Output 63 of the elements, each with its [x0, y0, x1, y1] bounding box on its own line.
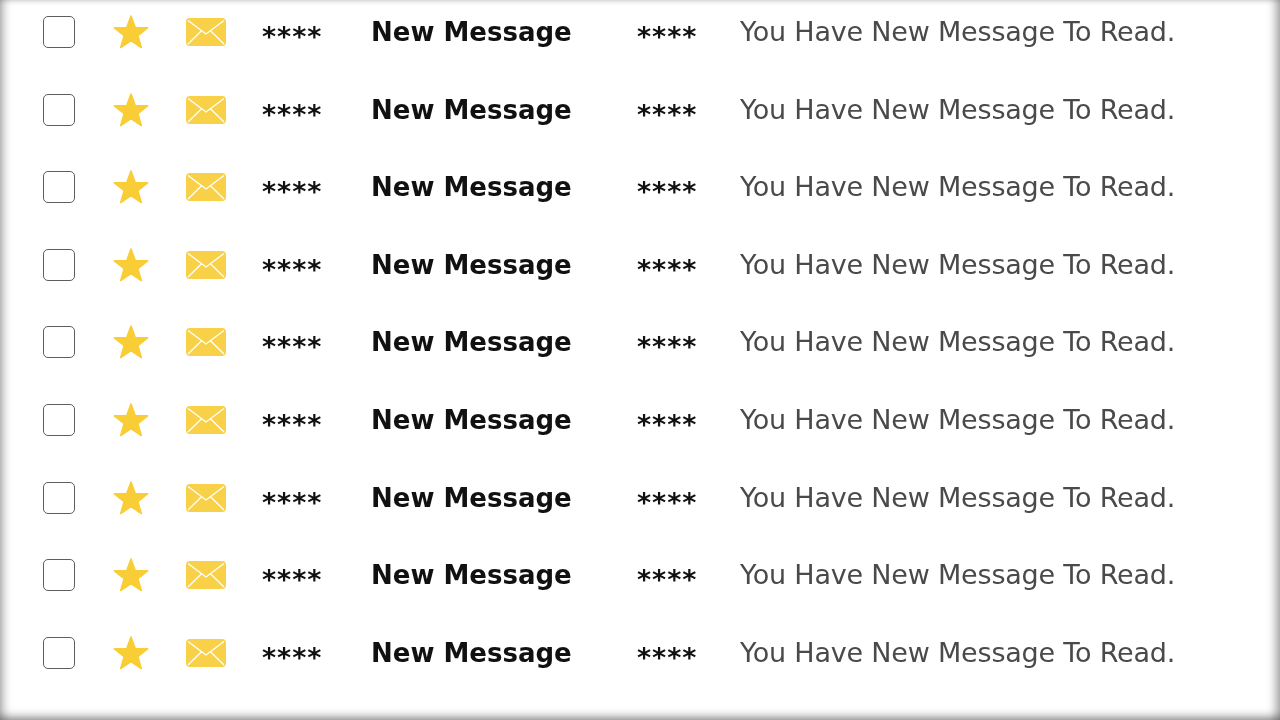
message-subject: New Message: [371, 559, 572, 593]
masked-text: ****: [637, 252, 698, 285]
star-icon[interactable]: [113, 92, 149, 127]
message-subject: New Message: [371, 481, 572, 515]
star-icon[interactable]: [113, 635, 149, 670]
message-subject: New Message: [371, 248, 572, 282]
masked-text: ****: [637, 97, 698, 130]
envelope-icon: [186, 405, 226, 434]
star-icon[interactable]: [113, 325, 149, 360]
masked-text: ****: [637, 20, 698, 52]
masked-text: ****: [262, 330, 323, 363]
message-preview: You Have New Message To Read.: [740, 402, 1176, 437]
message-preview: You Have New Message To Read.: [740, 480, 1176, 515]
checkbox[interactable]: [43, 171, 75, 204]
message-preview: You Have New Message To Read.: [740, 15, 1176, 49]
envelope-icon: [186, 638, 226, 667]
checkbox[interactable]: [43, 481, 75, 514]
masked-text: ****: [262, 407, 323, 440]
checkbox[interactable]: [43, 559, 75, 592]
star-icon[interactable]: [113, 247, 149, 282]
envelope-icon: [186, 173, 226, 202]
message-subject: New Message: [371, 171, 572, 205]
checkbox[interactable]: [43, 93, 75, 126]
masked-text: ****: [637, 175, 698, 208]
message-preview: You Have New Message To Read.: [740, 170, 1176, 205]
message-subject: New Message: [371, 326, 572, 360]
star-icon[interactable]: [113, 15, 149, 49]
masked-text: ****: [637, 485, 698, 518]
checkbox[interactable]: [43, 248, 75, 281]
masked-text: ****: [262, 20, 323, 52]
masked-text: ****: [637, 563, 698, 596]
message-preview: You Have New Message To Read.: [740, 247, 1176, 282]
message-preview: You Have New Message To Read.: [740, 325, 1176, 360]
masked-text: ****: [262, 563, 323, 596]
masked-text: ****: [637, 640, 698, 673]
message-preview: You Have New Message To Read.: [740, 635, 1176, 670]
message-preview: You Have New Message To Read.: [740, 558, 1176, 593]
masked-text: ****: [637, 407, 698, 440]
envelope-icon: [186, 18, 226, 46]
envelope-icon: [186, 250, 226, 279]
checkbox[interactable]: [43, 326, 75, 359]
envelope-icon: [186, 95, 226, 124]
masked-text: ****: [262, 97, 323, 130]
masked-text: ****: [262, 485, 323, 518]
envelope-icon: [186, 483, 226, 512]
masked-text: ****: [262, 640, 323, 673]
star-icon[interactable]: [113, 480, 149, 515]
checkbox[interactable]: [43, 16, 75, 48]
message-subject: New Message: [371, 403, 572, 437]
checkbox[interactable]: [43, 636, 75, 669]
checkbox[interactable]: [43, 403, 75, 436]
star-icon[interactable]: [113, 558, 149, 593]
masked-text: ****: [637, 330, 698, 363]
message-preview: You Have New Message To Read.: [740, 92, 1176, 127]
envelope-icon: [186, 328, 226, 357]
message-subject: New Message: [371, 93, 572, 127]
message-subject: New Message: [371, 636, 572, 670]
star-icon[interactable]: [113, 402, 149, 437]
star-icon[interactable]: [113, 170, 149, 205]
masked-text: ****: [262, 175, 323, 208]
envelope-icon: [186, 561, 226, 590]
masked-text: ****: [262, 252, 323, 285]
message-subject: New Message: [371, 16, 572, 49]
